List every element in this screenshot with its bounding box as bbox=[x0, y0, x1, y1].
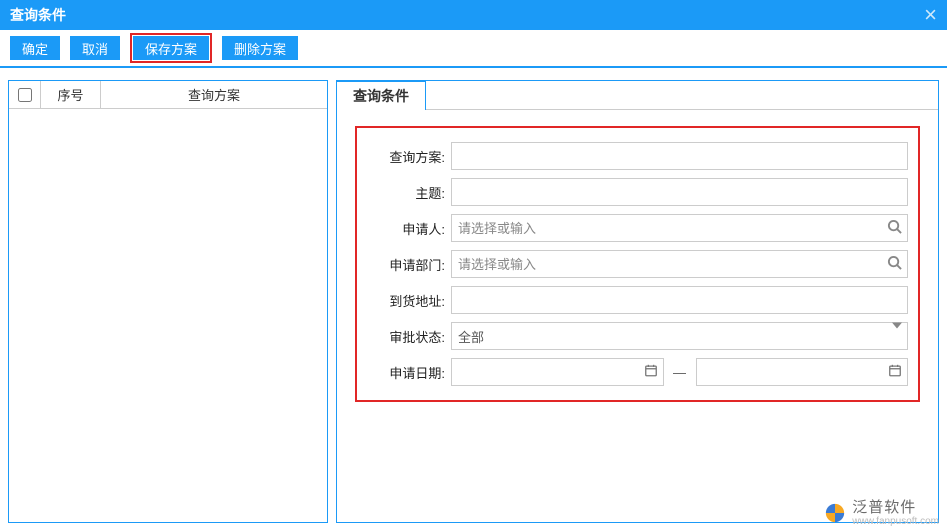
col-seq-header: 序号 bbox=[41, 81, 101, 108]
close-button[interactable]: × bbox=[924, 4, 937, 26]
select-all-checkbox[interactable] bbox=[18, 88, 32, 102]
query-form-panel: 查询条件 查询方案: 主题: 申请人: bbox=[336, 80, 939, 523]
main-content: 序号 查询方案 查询条件 查询方案: 主题: 申请人: bbox=[0, 72, 947, 531]
watermark-cn: 泛普软件 bbox=[852, 500, 939, 517]
subject-input[interactable] bbox=[451, 178, 908, 206]
plan-input[interactable] bbox=[451, 142, 908, 170]
save-plan-button[interactable]: 保存方案 bbox=[133, 36, 209, 60]
label-plan: 查询方案: bbox=[367, 147, 451, 166]
label-address: 到货地址: bbox=[367, 291, 451, 310]
tab-strip: 查询条件 bbox=[337, 81, 938, 110]
dialog-title-bar: 查询条件 × bbox=[0, 0, 947, 30]
close-icon: × bbox=[924, 2, 937, 27]
dialog-title: 查询条件 bbox=[10, 5, 66, 25]
address-input[interactable] bbox=[451, 286, 908, 314]
label-date: 申请日期: bbox=[367, 363, 451, 382]
toolbar: 确定 取消 保存方案 删除方案 bbox=[0, 30, 947, 68]
label-applicant: 申请人: bbox=[367, 219, 451, 238]
form-area-highlight: 查询方案: 主题: 申请人: bbox=[355, 126, 920, 402]
status-select-value[interactable] bbox=[451, 322, 908, 350]
tab-query-conditions[interactable]: 查询条件 bbox=[336, 80, 426, 110]
date-from-input[interactable] bbox=[451, 358, 664, 386]
watermark: 泛普软件 www.fanpusoft.com bbox=[824, 500, 939, 528]
col-plan-header: 查询方案 bbox=[101, 81, 327, 108]
plan-list-header: 序号 查询方案 bbox=[9, 81, 327, 109]
applicant-input[interactable] bbox=[451, 214, 908, 242]
highlight-save-plan: 保存方案 bbox=[130, 33, 212, 63]
date-range-separator: — bbox=[670, 365, 690, 380]
plan-list-panel: 序号 查询方案 bbox=[8, 80, 328, 523]
delete-plan-button[interactable]: 删除方案 bbox=[222, 36, 298, 60]
cancel-button[interactable]: 取消 bbox=[70, 36, 120, 60]
label-subject: 主题: bbox=[367, 183, 451, 202]
label-status: 审批状态: bbox=[367, 327, 451, 346]
watermark-en: www.fanpusoft.com bbox=[852, 516, 939, 527]
select-all-cell bbox=[9, 81, 41, 108]
date-to-input[interactable] bbox=[696, 358, 909, 386]
status-select[interactable] bbox=[451, 322, 908, 350]
label-dept: 申请部门: bbox=[367, 255, 451, 274]
dept-input[interactable] bbox=[451, 250, 908, 278]
confirm-button[interactable]: 确定 bbox=[10, 36, 60, 60]
logo-icon bbox=[824, 502, 846, 524]
